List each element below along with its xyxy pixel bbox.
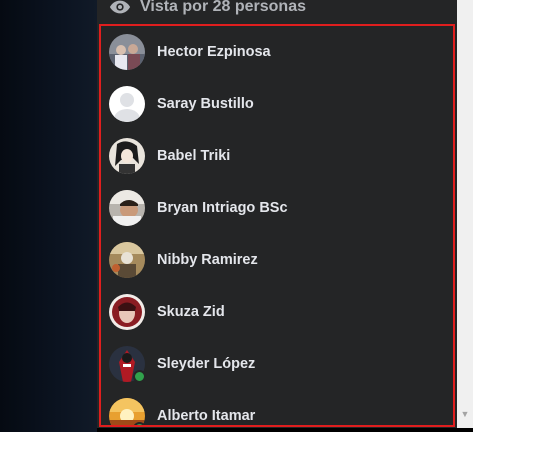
avatar[interactable] — [109, 398, 146, 425]
viewers-header: Vista por 28 personas — [97, 0, 457, 20]
viewer-name[interactable]: Sleyder López — [157, 356, 255, 372]
viewer-name[interactable]: Babel Triki — [157, 148, 230, 164]
avatar-image — [109, 34, 145, 70]
viewers-count-title: Vista por 28 personas — [140, 0, 306, 15]
bottom-edge — [97, 428, 473, 432]
eye-icon — [109, 0, 131, 14]
avatar[interactable] — [109, 190, 145, 226]
viewer-row[interactable]: Bryan Intriago BSc — [101, 182, 453, 234]
viewer-row[interactable]: Nibby Ramirez — [101, 234, 453, 286]
avatar-image — [109, 190, 145, 226]
avatar[interactable] — [109, 294, 145, 330]
avatar[interactable] — [109, 86, 145, 129]
avatar-image — [109, 242, 145, 278]
online-status-dot — [133, 370, 146, 383]
avatar[interactable] — [109, 34, 145, 70]
scroll-down-arrow-icon[interactable]: ▼ — [459, 408, 471, 420]
avatar-image — [109, 294, 145, 330]
avatar[interactable] — [109, 242, 145, 278]
viewer-name[interactable]: Nibby Ramirez — [157, 252, 258, 268]
viewers-list: Hector Ezpinosa Saray Bustillo Babel Tri… — [101, 26, 453, 425]
viewer-name[interactable]: Alberto Itamar — [157, 408, 255, 424]
viewer-name[interactable]: Hector Ezpinosa — [157, 44, 271, 60]
viewer-name[interactable]: Saray Bustillo — [157, 96, 254, 112]
viewer-row[interactable]: Saray Bustillo — [101, 78, 453, 130]
avatar-image — [109, 138, 145, 174]
default-avatar-icon — [109, 86, 145, 129]
avatar[interactable] — [109, 346, 146, 383]
viewer-name[interactable]: Skuza Zid — [157, 304, 225, 320]
viewer-row[interactable]: Hector Ezpinosa — [101, 26, 453, 78]
avatar[interactable] — [109, 138, 145, 174]
background-left — [0, 0, 97, 432]
viewer-row[interactable]: Alberto Itamar — [101, 390, 453, 425]
viewer-name[interactable]: Bryan Intriago BSc — [157, 200, 288, 216]
online-status-dot — [133, 422, 146, 425]
viewer-row[interactable]: Sleyder López — [101, 338, 453, 390]
scrollbar-track[interactable] — [457, 0, 473, 432]
viewer-row[interactable]: Skuza Zid — [101, 286, 453, 338]
viewers-list-highlight: Hector Ezpinosa Saray Bustillo Babel Tri… — [99, 24, 455, 427]
viewer-row[interactable]: Babel Triki — [101, 130, 453, 182]
